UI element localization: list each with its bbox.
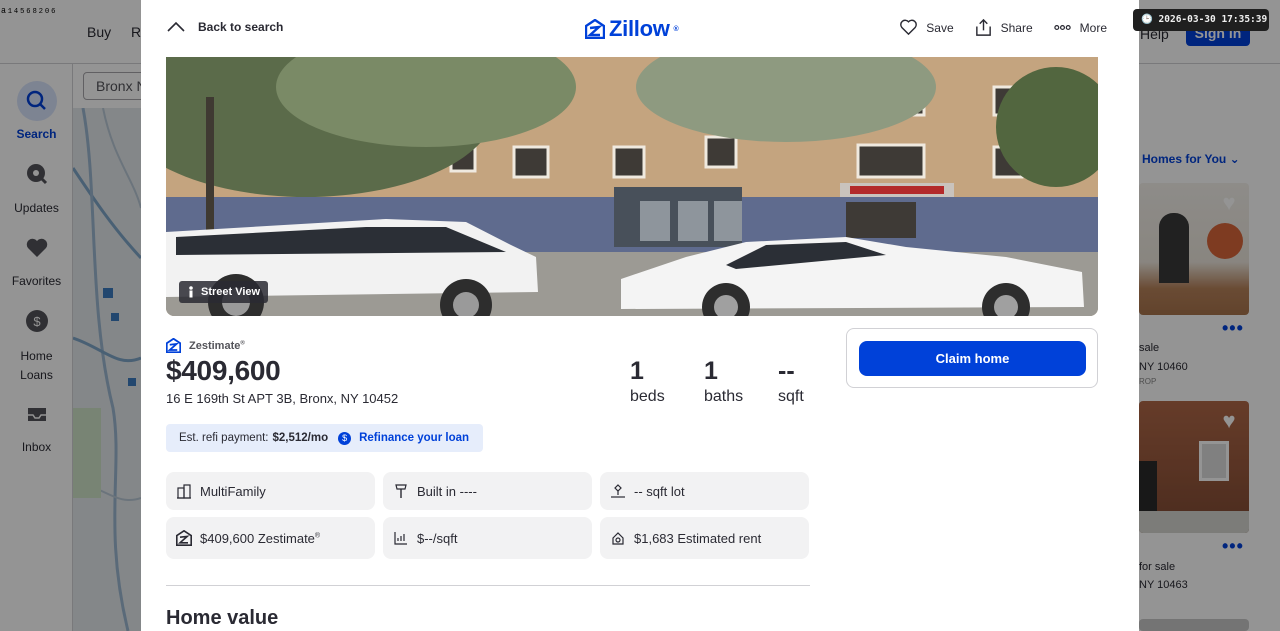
hammer-icon (395, 484, 407, 498)
beds-stat: 1 beds (630, 356, 704, 408)
zestimate-label-text: Zestimate (189, 339, 241, 352)
fact-lot-size-text: -- sqft lot (634, 483, 685, 499)
fact-home-type: MultiFamily (166, 472, 375, 510)
fact-price-per-sqft: $--/sqft (383, 517, 592, 559)
refi-amount: $2,512/mo (272, 432, 329, 444)
home-value-heading: Home value (166, 607, 279, 629)
baths-label: baths (704, 388, 744, 405)
zestimate-registered-mark: ® (240, 339, 245, 346)
share-icon (975, 18, 991, 36)
building-icon (177, 484, 191, 499)
share-label: Share (1000, 20, 1033, 35)
bed-bath-sqft-summary: 1 beds 1 baths -- sqft (630, 356, 852, 408)
header-actions: Save Share More (899, 18, 1107, 37)
back-to-search-label: Back to search (198, 20, 284, 34)
refinance-link[interactable]: Refinance your loan (359, 432, 469, 444)
section-divider (166, 585, 810, 586)
modal-header: Back to search Zillow ® Save Share More (141, 0, 1139, 58)
fact-estimated-rent-text: $1,683 Estimated rent (634, 530, 762, 546)
street-view-label: Street View (201, 286, 261, 298)
save-label: Save (926, 20, 954, 35)
back-to-search-button[interactable]: Back to search (166, 20, 283, 34)
claim-home-card: Claim home (846, 328, 1098, 388)
property-details-modal: Back to search Zillow® Save Share More (141, 0, 1139, 631)
more-dots-icon (1053, 24, 1071, 31)
timestamp-overlay: 🕒 2026-03-30 17:35:39 (1133, 9, 1269, 31)
property-address: 16 E 169th St APT 3B, Bronx, NY 10452 (166, 391, 399, 406)
fact-zestimate-text: $409,600 Zestimate (200, 530, 315, 546)
zillow-logo-icon (585, 19, 605, 39)
street-view-button[interactable]: Street View (179, 281, 269, 303)
sqft-value: -- (778, 357, 795, 385)
fact-estimated-rent: $1,683 Estimated rent (600, 517, 809, 559)
street-view-person-icon (189, 286, 193, 298)
home-price: $409,600 (166, 355, 281, 386)
fact-lot-size: -- sqft lot (600, 472, 809, 510)
rent-icon (612, 532, 624, 545)
more-button[interactable]: More (1053, 18, 1107, 37)
fact-year-built: Built in ---- (383, 472, 592, 510)
refi-prefix: Est. refi payment: (179, 432, 269, 444)
claim-home-button[interactable]: Claim home (859, 341, 1086, 376)
chevron-up-icon (167, 21, 185, 32)
zestimate-logo-icon (166, 338, 181, 353)
street-view-photo[interactable] (166, 57, 1098, 316)
sqft-stat: -- sqft (778, 356, 852, 408)
heart-outline-icon (900, 19, 918, 36)
price-per-sqft-icon (394, 532, 407, 545)
fact-price-per-sqft-text: $--/sqft (417, 530, 458, 546)
fact-year-built-text: Built in ---- (417, 483, 477, 499)
beds-value: 1 (630, 357, 644, 385)
fact-zestimate-registered-mark: ® (314, 532, 321, 540)
logo-registered-mark: ® (673, 25, 679, 33)
zestimate-label[interactable]: Zestimate® (166, 338, 245, 353)
refi-payment-banner: Est. refi payment: $2,512/mo $ Refinance… (166, 424, 483, 452)
zillow-logo-text: Zillow (609, 16, 670, 41)
baths-value: 1 (704, 357, 718, 385)
more-label: More (1079, 20, 1107, 35)
sqft-label: sqft (778, 388, 804, 405)
dollar-coin-icon: $ (338, 431, 352, 445)
share-button[interactable]: Share (974, 18, 1033, 37)
fact-home-type-text: MultiFamily (200, 483, 266, 499)
lot-icon (611, 484, 625, 498)
save-button[interactable]: Save (899, 18, 954, 37)
fact-zestimate: $409,600 Zestimate® (166, 517, 375, 559)
zestimate-icon (176, 530, 192, 546)
beds-label: beds (630, 388, 665, 405)
baths-stat: 1 baths (704, 356, 778, 408)
zillow-logo[interactable]: Zillow ® (585, 16, 679, 42)
